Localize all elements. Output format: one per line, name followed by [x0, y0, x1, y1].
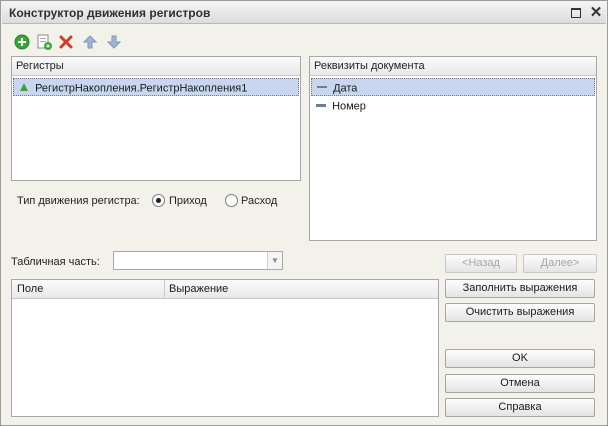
maximize-icon: [571, 8, 581, 18]
registers-panel: Регистры РегистрНакопления.РегистрНакопл…: [11, 56, 301, 181]
move-down-button[interactable]: [105, 33, 123, 51]
arrow-up-icon: [82, 35, 98, 49]
attributes-panel: Реквизиты документа Дата Номер: [309, 56, 597, 241]
register-item[interactable]: РегистрНакопления.РегистрНакопления1: [13, 78, 299, 96]
tabular-part-select[interactable]: ▼: [113, 251, 283, 270]
ok-button[interactable]: OK: [445, 349, 595, 368]
attribute-item[interactable]: Номер: [311, 97, 595, 115]
radio-expense-label[interactable]: Расход: [241, 195, 277, 207]
column-field[interactable]: Поле: [17, 283, 43, 295]
register-icon: [18, 81, 32, 96]
title-bar[interactable]: Конструктор движения регистров ✕: [2, 2, 606, 24]
attribute-item-label: Дата: [333, 82, 358, 95]
copy-add-icon: [37, 34, 52, 50]
expressions-grid: Поле Выражение: [11, 279, 439, 417]
attribute-item-label: Номер: [332, 100, 366, 113]
clear-expressions-button[interactable]: Очистить выражения: [445, 303, 595, 322]
add-icon: [14, 34, 30, 50]
radio-income-label[interactable]: Приход: [169, 195, 207, 207]
attribute-item[interactable]: Дата: [311, 78, 595, 96]
next-button[interactable]: Далее>: [523, 254, 597, 273]
dialog-window: Конструктор движения регистров ✕ Регистр…: [0, 0, 608, 426]
radio-expense[interactable]: [225, 194, 238, 207]
registers-header: Регистры: [12, 57, 300, 76]
copy-add-button[interactable]: [35, 33, 53, 51]
close-icon: ✕: [589, 4, 603, 21]
grid-header: Поле Выражение: [12, 280, 438, 299]
cancel-button[interactable]: Отмена: [445, 374, 595, 393]
column-divider[interactable]: [164, 280, 165, 299]
close-button[interactable]: ✕: [588, 5, 604, 21]
help-button[interactable]: Справка: [445, 398, 595, 417]
movement-type-label: Тип движения регистра:: [17, 195, 140, 207]
tabular-part-label: Табличная часть:: [11, 256, 100, 268]
back-button[interactable]: <Назад: [445, 254, 517, 273]
chevron-down-icon[interactable]: ▼: [267, 252, 282, 269]
delete-icon: [59, 35, 73, 49]
fill-expressions-button[interactable]: Заполнить выражения: [445, 279, 595, 298]
window-title: Конструктор движения регистров: [9, 6, 211, 20]
maximize-button[interactable]: [568, 5, 584, 21]
add-button[interactable]: [13, 33, 31, 51]
field-icon: [316, 81, 330, 96]
register-item-label: РегистрНакопления.РегистрНакопления1: [35, 82, 248, 95]
delete-button[interactable]: [57, 33, 75, 51]
attributes-header: Реквизиты документа: [310, 57, 596, 76]
field-icon: [315, 99, 329, 114]
column-expression[interactable]: Выражение: [169, 283, 228, 295]
arrow-down-icon: [106, 35, 122, 49]
move-up-button[interactable]: [81, 33, 99, 51]
radio-income[interactable]: [152, 194, 165, 207]
